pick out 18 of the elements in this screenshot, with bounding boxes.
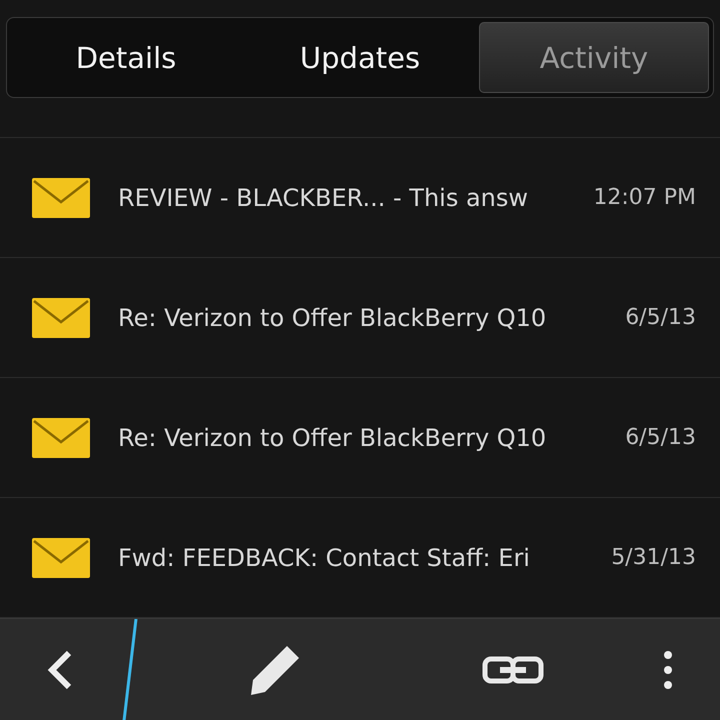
link-icon: [482, 654, 544, 684]
envelope-icon: [32, 538, 90, 578]
envelope-icon: [32, 298, 90, 338]
message-subject[interactable]: Fwd: FEEDBACK: Contact Staff: Eri: [118, 544, 584, 572]
back-icon: [47, 650, 73, 690]
message-time: 12:07 PM: [593, 185, 696, 210]
message-subject[interactable]: REVIEW - BLACKBER... - This answ: [118, 184, 566, 212]
envelope-icon: [32, 178, 90, 218]
more-icon: [663, 650, 673, 690]
message-time: 6/5/13: [625, 425, 696, 450]
tab[interactable]: Updates: [245, 22, 475, 93]
tab[interactable]: Activity: [479, 22, 709, 93]
tab[interactable]: Details: [11, 22, 241, 93]
message-time: 5/31/13: [611, 545, 696, 570]
message-subject[interactable]: Re: Verizon to Offer BlackBerry Q10: [118, 304, 598, 332]
envelope-icon: [32, 418, 90, 458]
message-subject[interactable]: Re: Verizon to Offer BlackBerry Q10: [118, 424, 598, 452]
message-time: 6/5/13: [625, 305, 696, 330]
